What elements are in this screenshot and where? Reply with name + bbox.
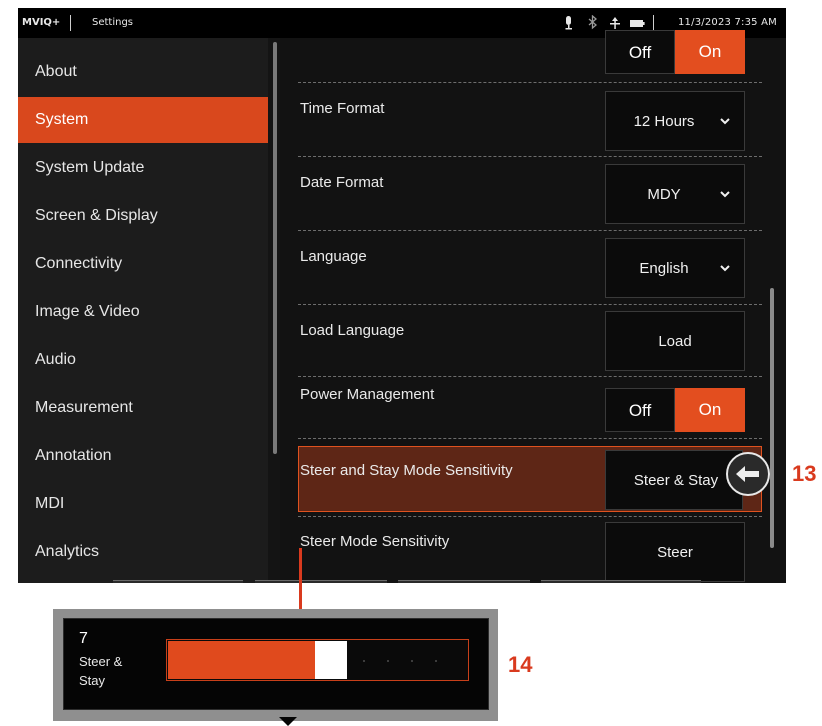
load-language-label: Load Language <box>300 322 405 339</box>
softkey[interactable] <box>541 580 701 583</box>
language-select[interactable]: English <box>605 238 745 298</box>
sensitivity-popup-frame: 7 Steer & Stay <box>53 609 498 726</box>
callout-leader-line <box>299 548 302 612</box>
sensitivity-slider[interactable] <box>166 639 469 681</box>
power-management-toggle[interactable]: Off On <box>605 388 745 432</box>
load-language-button[interactable]: Load <box>605 311 745 371</box>
wifi-icon <box>610 17 620 29</box>
sensitivity-slider-thumb[interactable] <box>315 641 347 679</box>
status-divider <box>653 15 654 31</box>
date-time: 11/3/2023 7:35 AM <box>678 17 777 28</box>
steer-mode-sensitivity-button[interactable]: Steer <box>605 522 745 582</box>
sensitivity-popup: 7 Steer & Stay <box>63 618 489 726</box>
row-divider <box>298 376 762 377</box>
bluetooth-icon <box>588 14 597 30</box>
screen-title: Settings <box>92 17 134 28</box>
power-off-option[interactable]: Off <box>605 388 675 432</box>
sidebar-item-connectivity[interactable]: Connectivity <box>18 241 268 287</box>
softkey[interactable] <box>113 580 243 583</box>
sensitivity-value: 7 <box>79 630 88 647</box>
sidebar-item-screen-display[interactable]: Screen & Display <box>18 193 268 239</box>
sidebar-item-analytics[interactable]: Analytics <box>18 529 268 575</box>
steer-mode-value: Steer <box>657 544 693 561</box>
time-format-select[interactable]: 12 Hours <box>605 91 745 151</box>
top-toggle[interactable]: Off On <box>605 30 745 74</box>
sidebar-item-mdi[interactable]: MDI <box>18 481 268 527</box>
sensitivity-mode-label: Steer & Stay <box>79 654 123 688</box>
chevron-down-icon <box>720 191 730 198</box>
sensitivity-slider-fill <box>168 641 315 679</box>
arrow-left-icon <box>736 466 759 482</box>
row-divider <box>298 156 762 157</box>
device-screen: MVIQ+ Settings 11/3/2023 7:35 AM About S… <box>18 8 786 583</box>
language-label: Language <box>300 248 367 265</box>
slider-tick <box>363 660 365 662</box>
row-divider <box>298 82 762 83</box>
battery-icon <box>630 20 645 27</box>
power-on-option[interactable]: On <box>675 388 745 432</box>
steer-stay-sensitivity-label: Steer and Stay Mode Sensitivity <box>300 462 513 479</box>
top-toggle-on[interactable]: On <box>675 30 745 74</box>
sidebar-item-system-update[interactable]: System Update <box>18 145 268 191</box>
status-icons <box>563 14 663 31</box>
time-format-value: 12 Hours <box>633 113 695 130</box>
row-divider <box>298 438 762 439</box>
sidebar-item-about[interactable]: About <box>18 49 268 95</box>
callout-14: 14 <box>508 652 533 677</box>
language-value: English <box>639 260 689 277</box>
callout-13: 13 <box>792 461 817 486</box>
time-format-label: Time Format <box>300 100 385 117</box>
date-format-value: MDY <box>647 186 681 203</box>
status-divider <box>70 15 71 31</box>
softkey[interactable] <box>255 580 387 583</box>
microphone-icon <box>565 16 572 30</box>
brand-logo: MVIQ+ <box>22 17 61 28</box>
top-toggle-off[interactable]: Off <box>605 30 675 74</box>
sidebar-item-image-video[interactable]: Image & Video <box>18 289 268 335</box>
settings-sidebar: About System System Update Screen & Disp… <box>18 38 268 583</box>
softkey[interactable] <box>398 580 530 583</box>
steer-stay-sensitivity-button[interactable]: Steer & Stay <box>605 450 743 510</box>
sidebar-scrollbar[interactable] <box>273 42 277 454</box>
date-format-select[interactable]: MDY <box>605 164 745 224</box>
load-button-label: Load <box>658 333 692 350</box>
steer-mode-sensitivity-label: Steer Mode Sensitivity <box>300 533 450 550</box>
back-button[interactable] <box>726 452 770 496</box>
chevron-down-icon <box>720 265 730 272</box>
settings-content: Off On Time Format 12 Hours Date Format … <box>280 30 786 583</box>
sidebar-item-measurement[interactable]: Measurement <box>18 385 268 431</box>
slider-tick <box>411 660 413 662</box>
row-divider <box>298 516 762 517</box>
sidebar-item-audio[interactable]: Audio <box>18 337 268 383</box>
slider-tick <box>435 660 437 662</box>
chevron-down-icon <box>720 118 730 125</box>
popup-pointer <box>279 717 297 726</box>
power-management-label: Power Management <box>300 386 435 403</box>
row-divider <box>298 304 762 305</box>
row-divider <box>298 230 762 231</box>
sidebar-item-system[interactable]: System <box>18 97 268 143</box>
sidebar-item-annotation[interactable]: Annotation <box>18 433 268 479</box>
content-scrollbar[interactable] <box>770 288 774 548</box>
date-format-label: Date Format <box>300 174 384 191</box>
slider-tick <box>387 660 389 662</box>
